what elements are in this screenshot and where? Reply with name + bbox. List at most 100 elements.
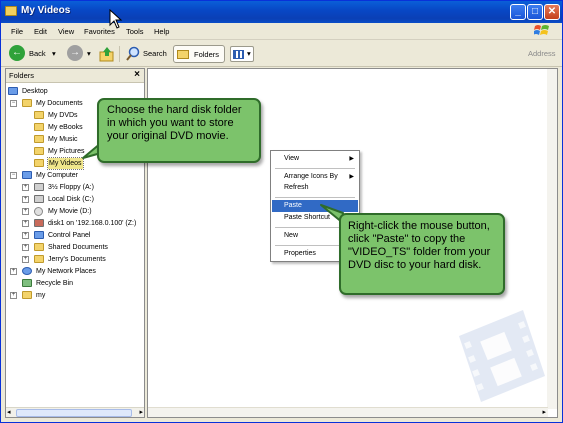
search-button[interactable]: Search: [143, 45, 167, 63]
expand-icon[interactable]: +: [22, 208, 29, 215]
address-label: Address: [528, 49, 556, 58]
menu-separator: [275, 197, 355, 198]
collapse-icon[interactable]: −: [10, 100, 17, 107]
close-button[interactable]: ✕: [544, 4, 560, 20]
submenu-arrow-icon: ▶: [349, 156, 354, 162]
tree-item-my-movie[interactable]: + My Movie (D:): [22, 206, 142, 217]
menu-favorites[interactable]: Favorites: [84, 27, 115, 36]
tree-item-label: my: [36, 292, 46, 299]
tree-item-my-network-places[interactable]: + My Network Places: [10, 266, 140, 277]
dvd-drive-icon: [34, 207, 43, 216]
tree-item-label: My eBooks: [48, 124, 83, 131]
maximize-button[interactable]: □: [527, 4, 543, 20]
folders-pane-title: Folders: [9, 71, 35, 80]
tree-item-network-disk[interactable]: + disk1 on '192.168.0.100' (Z:): [22, 218, 146, 229]
back-button[interactable]: Back: [29, 45, 46, 63]
windows-logo-icon: [534, 25, 549, 35]
views-dropdown-icon: ▾: [247, 49, 251, 58]
tree-item-label: My Movie (D:): [48, 208, 92, 215]
menu-separator: [275, 168, 355, 169]
tree-item-floppy[interactable]: + 3½ Floppy (A:): [22, 182, 142, 193]
scroll-right-icon[interactable]: ▸: [139, 408, 143, 416]
menu-file[interactable]: File: [11, 27, 23, 36]
scrollbar-thumb[interactable]: [16, 409, 132, 417]
folder-icon: [34, 243, 44, 251]
tree-item-label: My Pictures: [48, 148, 85, 155]
callout-choose-folder: Choose the hard disk folder in which you…: [97, 98, 261, 163]
folder-icon: [22, 99, 32, 107]
tree-item-label: My Documents: [36, 100, 83, 107]
forward-arrow-icon[interactable]: →: [67, 45, 83, 61]
film-watermark-icon: [459, 310, 545, 402]
tree-item-my[interactable]: + my: [10, 290, 140, 301]
tree-item-label: Local Disk (C:): [48, 196, 94, 203]
videos-folder-icon: [34, 159, 44, 167]
tree-item-label: My Computer: [36, 172, 79, 179]
back-arrow-icon[interactable]: ←: [9, 45, 25, 61]
context-menu-view-label: View: [284, 155, 300, 162]
folder-icon: [34, 255, 44, 263]
search-icon[interactable]: [125, 46, 141, 62]
context-menu-arrange-label: Arrange Icons By: [284, 173, 338, 180]
title-bar[interactable]: My Videos _ □ ✕: [1, 1, 562, 23]
collapse-icon[interactable]: −: [10, 172, 17, 179]
back-dropdown-icon[interactable]: ▾: [52, 45, 56, 63]
tree-item-desktop[interactable]: Desktop: [8, 86, 138, 97]
folders-button[interactable]: Folders: [173, 45, 225, 63]
computer-icon: [22, 171, 32, 179]
tree-item-label: Control Panel: [48, 232, 91, 239]
expand-icon[interactable]: +: [22, 220, 29, 227]
tree-item-label: My DVDs: [48, 112, 78, 119]
folders-button-label: Folders: [194, 50, 220, 59]
forward-dropdown-icon[interactable]: ▾: [87, 45, 91, 63]
expand-icon[interactable]: +: [22, 184, 29, 191]
context-menu-refresh[interactable]: Refresh: [272, 182, 358, 194]
network-places-icon: [22, 267, 32, 275]
tree-item-label: Shared Documents: [48, 244, 108, 251]
close-pane-icon[interactable]: ×: [134, 69, 140, 80]
pictures-folder-icon: [34, 147, 44, 155]
folder-icon: [5, 6, 17, 16]
toolbar-separator: [119, 46, 120, 62]
expand-icon[interactable]: +: [10, 292, 17, 299]
menu-tools[interactable]: Tools: [126, 27, 144, 36]
folder-icon: [34, 123, 44, 131]
music-folder-icon: [34, 135, 44, 143]
tree-item-recycle-bin[interactable]: Recycle Bin: [22, 278, 142, 289]
expand-icon[interactable]: +: [22, 244, 29, 251]
tree-item-label: Jerry's Documents: [48, 256, 106, 263]
expand-icon[interactable]: +: [10, 268, 17, 275]
scroll-left-icon[interactable]: ◂: [7, 408, 11, 416]
floppy-drive-icon: [34, 183, 44, 191]
window-title: My Videos: [21, 5, 71, 16]
views-button[interactable]: ▾: [230, 46, 254, 62]
menu-help[interactable]: Help: [154, 27, 169, 36]
tree-item-label: Recycle Bin: [36, 280, 73, 287]
tree-item-label: My Music: [48, 136, 78, 143]
tree-item-my-computer[interactable]: − My Computer: [10, 170, 140, 181]
menu-view[interactable]: View: [58, 27, 74, 36]
folders-pane-header: Folders ×: [6, 69, 144, 83]
tree-item-local-disk[interactable]: + Local Disk (C:): [22, 194, 142, 205]
up-folder-icon[interactable]: [99, 46, 115, 62]
horizontal-scrollbar[interactable]: ◂ ▸: [6, 407, 144, 417]
network-drive-icon: [34, 219, 44, 227]
views-icon: [233, 50, 244, 59]
folders-icon: [177, 50, 189, 59]
context-menu-new-label: New: [284, 232, 299, 239]
tree-item-control-panel[interactable]: + Control Panel: [22, 230, 142, 241]
folder-icon: [22, 291, 32, 299]
expand-icon[interactable]: +: [22, 196, 29, 203]
tree-item-label: 3½ Floppy (A:): [48, 184, 94, 191]
tree-item-jerrys-documents[interactable]: + Jerry's Documents: [22, 254, 142, 265]
expand-icon[interactable]: +: [22, 256, 29, 263]
menu-edit[interactable]: Edit: [34, 27, 47, 36]
expand-icon[interactable]: +: [22, 232, 29, 239]
folder-icon: [34, 111, 44, 119]
context-menu-view[interactable]: View ▶: [272, 153, 358, 165]
context-menu-paste[interactable]: Paste: [272, 200, 358, 212]
minimize-button[interactable]: _: [510, 4, 526, 20]
tree-item-label: My Network Places: [36, 268, 96, 275]
control-panel-icon: [34, 231, 44, 239]
tree-item-shared-documents[interactable]: + Shared Documents: [22, 242, 142, 253]
